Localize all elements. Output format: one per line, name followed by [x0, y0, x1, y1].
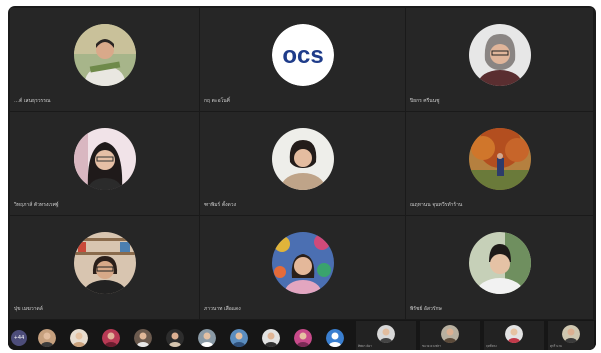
participant-name: …ต์ เสนธุรวรรณ [14, 98, 51, 104]
mini-avatar[interactable] [230, 329, 248, 347]
participant-avatar [468, 128, 531, 190]
participant-tile[interactable]: ณฤหานน จุนทวีรทำร้าน [406, 112, 594, 216]
more-participants-button[interactable]: +44 [11, 330, 27, 346]
participant-name: ภาวนาท เสือแดง [204, 306, 241, 312]
participant-avatar [73, 128, 136, 190]
participant-name: ณฤหานน จุนทวีรทำร้าน [410, 202, 463, 208]
small-participant-name: ทิพยา ค์ยา [358, 344, 372, 348]
participant-name: พิรัชย์ อัสวรักษ [410, 306, 442, 312]
mini-avatar[interactable] [198, 329, 216, 347]
small-participant-name: ชแวย ดวงฟรา [422, 344, 441, 348]
small-participant-tile[interactable]: ชแวย ดวงฟรา [420, 321, 480, 350]
participant-avatar [73, 232, 136, 294]
small-participant-tile[interactable]: ฤทธิ์ทรง [484, 321, 544, 350]
mini-avatar[interactable] [262, 329, 280, 347]
participant-avatar [271, 232, 334, 294]
participant-avatar [468, 24, 531, 86]
participant-name: วิหฤภาส์ ตัวทรงเรศฐ์ [14, 202, 59, 208]
mini-avatar [505, 325, 523, 343]
mini-avatar [377, 325, 395, 343]
participant-avatar [271, 128, 334, 190]
mini-avatar[interactable] [294, 329, 312, 347]
participant-name: ปุข เมฆวาดล์ [14, 306, 43, 312]
participant-name: กฤ ตะอโนศิ์ [204, 98, 230, 104]
participant-tile[interactable]: ปิยกร ศรีนนชู [406, 8, 594, 112]
small-participant-name: ศุกรี นาม [550, 344, 562, 348]
participant-tile[interactable]: ocs กฤ ตะอโนศิ์ [200, 8, 406, 112]
participant-strip: +44 ทิพยา ค์ยา ชแวย ดวงฟรา ฤทธิ์ทรง ศุกร… [8, 320, 596, 350]
participant-name: ฑาพิมร์ ตั้งดวง [204, 202, 237, 208]
mini-avatar[interactable] [38, 329, 56, 347]
mini-avatar[interactable] [326, 329, 344, 347]
logo-text: ocs [282, 42, 323, 69]
mini-avatar[interactable] [134, 329, 152, 347]
participant-tile[interactable]: ภาวนาท เสือแดง [200, 216, 406, 320]
participant-tile[interactable]: ปุข เมฆวาดล์ [10, 216, 200, 320]
participant-avatar [468, 232, 531, 294]
participant-tile[interactable]: …ต์ เสนธุรวรรณ [10, 8, 200, 112]
participant-tile[interactable]: วิหฤภาส์ ตัวทรงเรศฐ์ [10, 112, 200, 216]
small-participant-tile[interactable]: ศุกรี นาม [548, 321, 594, 350]
participant-tile[interactable]: พิรัชย์ อัสวรักษ [406, 216, 594, 320]
participant-tile[interactable]: ฑาพิมร์ ตั้งดวง [200, 112, 406, 216]
video-call-window: …ต์ เสนธุรวรรณ ocs กฤ ตะอโนศิ์ ปิยกร ศรี… [8, 6, 596, 350]
mini-avatar[interactable] [166, 329, 184, 347]
ocs-logo-avatar: ocs [271, 24, 334, 86]
participant-grid: …ต์ เสนธุรวรรณ ocs กฤ ตะอโนศิ์ ปิยกร ศรี… [10, 8, 594, 320]
small-participant-tile[interactable]: ทิพยา ค์ยา [356, 321, 416, 350]
mini-avatar [441, 325, 459, 343]
mini-avatar[interactable] [102, 329, 120, 347]
mini-avatar [562, 325, 580, 343]
mini-avatar[interactable] [70, 329, 88, 347]
participant-name: ปิยกร ศรีนนชู [410, 98, 440, 104]
participant-avatar [73, 24, 136, 86]
small-participant-name: ฤทธิ์ทรง [486, 344, 497, 348]
